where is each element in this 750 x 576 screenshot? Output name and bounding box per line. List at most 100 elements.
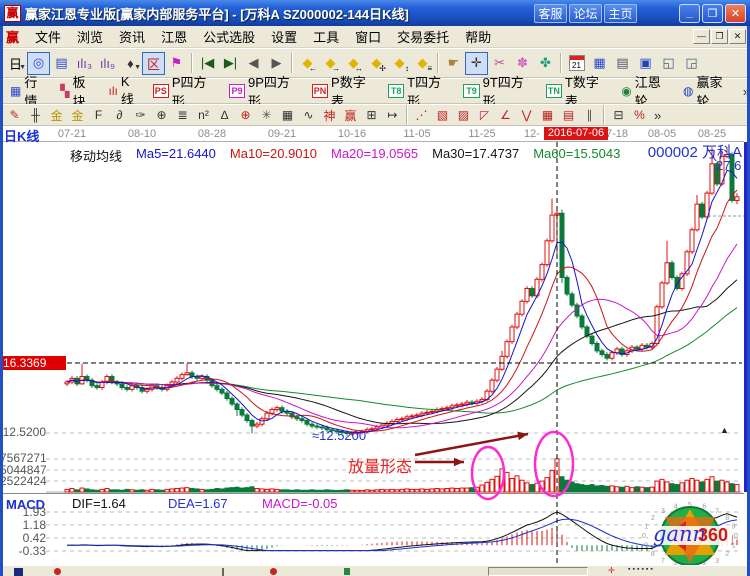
- channel-red-icon[interactable]: ▧: [432, 106, 453, 125]
- macd-scale-label: 1.18: [0, 518, 46, 532]
- macd-macd-value: MACD=-0.05: [262, 496, 338, 511]
- mdi-close-button[interactable]: ✕: [729, 29, 746, 44]
- crosshair-tool-glyph: ✛: [471, 55, 482, 71]
- target-red-icon[interactable]: ⊕: [235, 106, 256, 125]
- transfer-glyph: ◲: [685, 55, 697, 71]
- angle-red-glyph: ∠: [500, 108, 511, 122]
- crosshair-price-tag: 16.3369: [0, 356, 66, 370]
- toolbar-more-chevron[interactable]: »: [654, 108, 661, 123]
- angle-tool-icon[interactable]: ∆: [214, 106, 235, 125]
- status-bar: ✛ ▪▪▪▪▪▪: [0, 565, 750, 576]
- last-price-label: 27.6: [716, 158, 741, 173]
- triangle-red-icon[interactable]: ◸: [474, 106, 495, 125]
- t-square-badge-icon: T8: [388, 84, 404, 98]
- box-red-glyph: ▨: [458, 108, 469, 122]
- svg-text:9: 9: [644, 543, 648, 550]
- mdi-restore-button[interactable]: ❐: [711, 29, 728, 44]
- grid2-red-icon[interactable]: ▤: [558, 106, 579, 125]
- quick-button-1[interactable]: 论坛: [569, 4, 602, 23]
- hand-tool-glyph: ☛: [448, 55, 460, 71]
- ma-value-4: Ma60=15.5043: [533, 146, 620, 165]
- toolbar-separator: [406, 105, 408, 125]
- spiral-glyph: ∂: [117, 108, 123, 122]
- menu-item-帮助[interactable]: 帮助: [457, 25, 499, 48]
- kline-label: K线: [121, 74, 141, 108]
- circle-tool-icon[interactable]: ⊕: [151, 106, 172, 125]
- clover-tool-glyph: ✤: [540, 55, 551, 71]
- pencil-icon[interactable]: ✎: [4, 106, 25, 125]
- ma-value-1: Ma10=20.9010: [230, 146, 317, 165]
- svg-text:7: 7: [715, 508, 719, 515]
- close-button[interactable]: ✕: [725, 4, 746, 23]
- ma-value-2: Ma20=19.0565: [331, 146, 418, 165]
- gold-gann-1-icon[interactable]: 金: [46, 106, 67, 125]
- gold-gann-2-icon[interactable]: 金: [67, 106, 88, 125]
- menu-item-文件[interactable]: 文件: [27, 25, 69, 48]
- chart-area[interactable]: 日K线 07-2108-1008-2809-2110-1611-0511-251…: [0, 126, 750, 565]
- menu-item-浏览[interactable]: 浏览: [69, 25, 111, 48]
- grid-red-icon[interactable]: ▦: [537, 106, 558, 125]
- triangle-red-glyph: ◸: [480, 108, 489, 122]
- titlebar-quick-buttons: 客服论坛主页: [532, 4, 637, 23]
- gold-gann-1-glyph: 金: [50, 107, 62, 124]
- wave-tool-icon[interactable]: ∿: [298, 106, 319, 125]
- bars-9-glyph: ılı₉: [100, 56, 115, 71]
- quick-button-0[interactable]: 客服: [534, 4, 567, 23]
- shen-tool-icon[interactable]: 神: [319, 106, 340, 125]
- ruler-icon[interactable]: ≣: [172, 106, 193, 125]
- ying-tool-icon[interactable]: 赢: [340, 106, 361, 125]
- percent-red-icon[interactable]: %: [629, 106, 650, 125]
- menu-item-江恩[interactable]: 江恩: [153, 25, 195, 48]
- grid-tool-icon[interactable]: ╫: [25, 106, 46, 125]
- menu-item-资讯[interactable]: 资讯: [111, 25, 153, 48]
- status-icon: ▪▪▪▪▪▪: [628, 566, 655, 573]
- x-axis: 07-2108-1008-2809-2110-1611-0511-2512-7-…: [0, 126, 744, 142]
- minimize-button[interactable]: _: [679, 4, 700, 23]
- svg-text:8: 8: [651, 551, 655, 558]
- pen-wave-icon[interactable]: ✑: [130, 106, 151, 125]
- box-red-icon[interactable]: ▨: [453, 106, 474, 125]
- fan-red-icon[interactable]: ⋰: [411, 106, 432, 125]
- menu-item-设置[interactable]: 设置: [263, 25, 305, 48]
- candle-compress-glyph: ♦: [127, 56, 134, 71]
- x-tick-07-21: 07-21: [55, 128, 89, 140]
- grid-box-icon[interactable]: ▦: [277, 106, 298, 125]
- dropdown-arrow-icon: ▼: [134, 64, 141, 71]
- count-ruler-icon[interactable]: ⊞: [361, 106, 382, 125]
- app-window: 赢 赢家江恩专业版[赢家内部服务平台] - [万科A SZ000002-144日…: [0, 0, 750, 576]
- menu-item-窗口[interactable]: 窗口: [347, 25, 389, 48]
- mdi-minimize-button[interactable]: —: [693, 29, 710, 44]
- stats-tool-icon[interactable]: ⊟: [608, 106, 629, 125]
- percent-red-glyph: %: [634, 108, 645, 122]
- slash-tool-icon[interactable]: ∥: [579, 106, 600, 125]
- first-page-glyph: |◀: [201, 55, 214, 71]
- gann-vertical-glyph: ◆: [395, 55, 405, 71]
- toolbar-separator: [603, 105, 605, 125]
- maximize-button[interactable]: ❐: [702, 4, 723, 23]
- cut-tool-glyph: ✂: [494, 55, 505, 71]
- n-square-icon[interactable]: n²: [193, 106, 214, 125]
- flower-tool-glyph: ✽: [517, 55, 528, 71]
- spiral-icon[interactable]: ∂: [109, 106, 130, 125]
- ma-title: 移动均线: [70, 146, 122, 165]
- angle-tool-glyph: ∆: [221, 108, 228, 122]
- info-panel-glyph: ▤: [55, 55, 67, 71]
- svg-text:360: 360: [698, 525, 728, 545]
- grid-box-glyph: ▦: [282, 108, 293, 122]
- x-tick-11-05: 11-05: [400, 128, 434, 140]
- angle-red-icon[interactable]: ∠: [495, 106, 516, 125]
- circle-tool-glyph: ⊕: [156, 108, 166, 122]
- v-red-icon[interactable]: ⋁: [516, 106, 537, 125]
- star-tool-icon[interactable]: ✳: [256, 106, 277, 125]
- quick-button-2[interactable]: 主页: [604, 4, 637, 23]
- n-square-glyph: n²: [198, 108, 209, 122]
- fibonacci-f-icon[interactable]: F: [88, 106, 109, 125]
- status-icon: ✛: [608, 566, 615, 575]
- menu-item-公式选股[interactable]: 公式选股: [195, 25, 263, 48]
- menu-item-交易委托[interactable]: 交易委托: [389, 25, 457, 48]
- stats-tool-glyph: ⊟: [613, 108, 623, 122]
- measure-icon[interactable]: ↦: [382, 106, 403, 125]
- mdi-controls: —❐✕: [693, 29, 750, 44]
- menu-item-工具[interactable]: 工具: [305, 25, 347, 48]
- macd-dif-value: DIF=1.64: [72, 496, 126, 511]
